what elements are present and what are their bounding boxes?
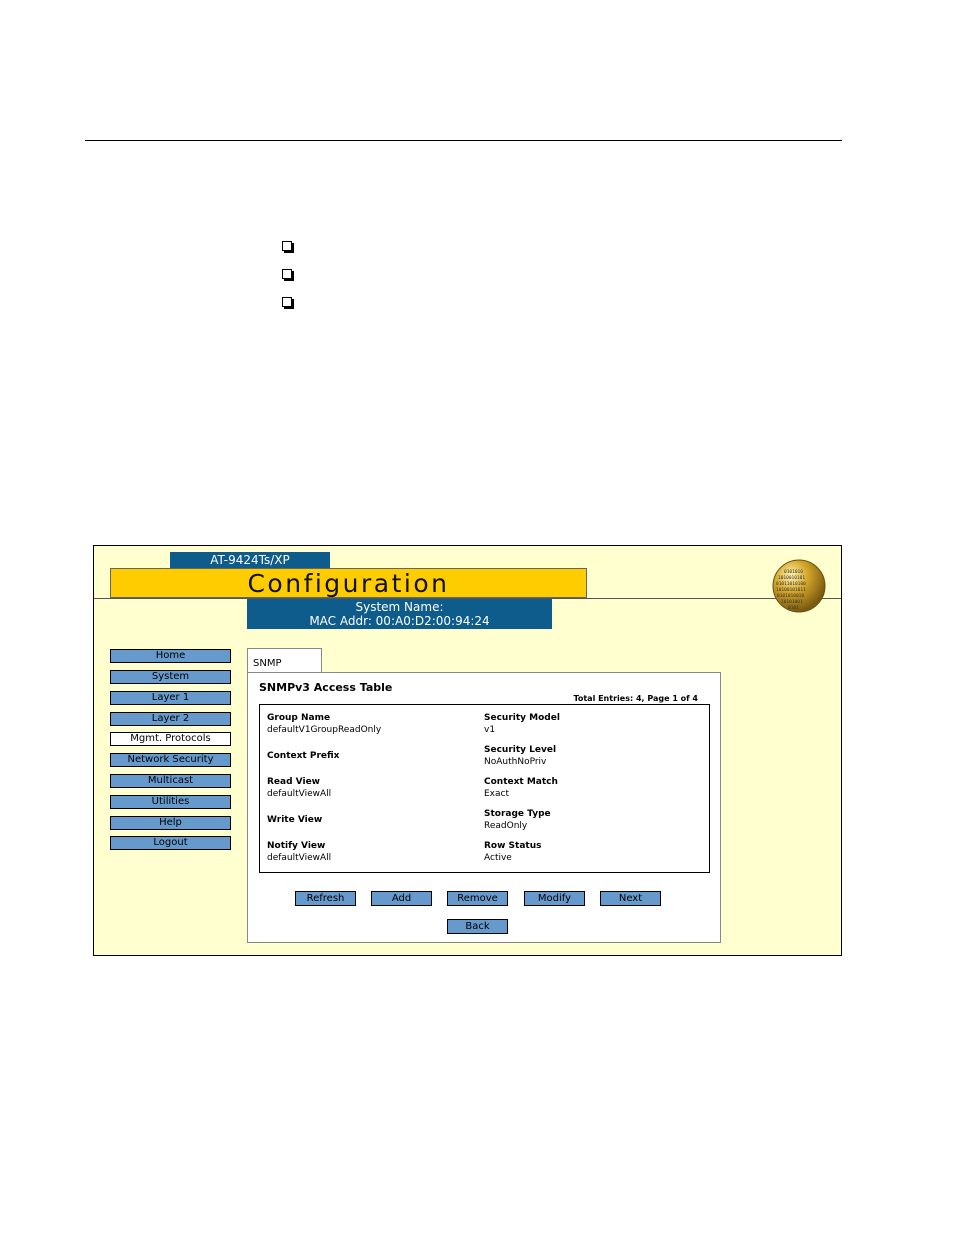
row-status-value: Active bbox=[484, 853, 512, 863]
nav-layer-2[interactable]: Layer 2 bbox=[110, 712, 231, 726]
back-button[interactable]: Back bbox=[447, 919, 508, 934]
page-title: Configuration bbox=[110, 568, 587, 598]
nav-multicast[interactable]: Multicast bbox=[110, 774, 231, 788]
total-entries: Total Entries: 4, Page 1 of 4 bbox=[573, 694, 698, 703]
notify-view-label: Notify View bbox=[267, 841, 326, 851]
system-name: System Name: bbox=[355, 600, 444, 614]
checkbox-bullet-3 bbox=[282, 297, 292, 307]
security-model-value: v1 bbox=[484, 725, 496, 735]
add-button[interactable]: Add bbox=[371, 891, 432, 906]
checkbox-bullet-1 bbox=[282, 241, 292, 251]
nav-network-security[interactable]: Network Security bbox=[110, 753, 231, 767]
group-name-value: defaultV1GroupReadOnly bbox=[267, 725, 382, 735]
page-rule bbox=[85, 140, 842, 141]
snmp-panel: SNMPv3 Access Table Total Entries: 4, Pa… bbox=[247, 672, 721, 943]
nav-system[interactable]: System bbox=[110, 670, 231, 684]
model-label: AT-9424Ts/XP bbox=[170, 552, 330, 568]
svg-text:0101: 0101 bbox=[788, 605, 799, 611]
mac-address: MAC Addr: 00:A0:D2:00:94:24 bbox=[309, 614, 490, 628]
nav-layer-1[interactable]: Layer 1 bbox=[110, 691, 231, 705]
security-model-label: Security Model bbox=[484, 713, 560, 723]
svg-text:1010010101: 1010010101 bbox=[778, 575, 805, 581]
refresh-button[interactable]: Refresh bbox=[295, 891, 356, 906]
storage-type-value: ReadOnly bbox=[484, 821, 528, 831]
nav-mgmt-protocols[interactable]: Mgmt. Protocols bbox=[110, 732, 231, 746]
svg-text:0101010010: 0101010010 bbox=[777, 593, 804, 599]
globe-logo-icon: 0101010 1010010101 01011010100 101001010… bbox=[772, 559, 826, 613]
next-button[interactable]: Next bbox=[600, 891, 661, 906]
write-view-label: Write View bbox=[267, 815, 323, 825]
context-match-label: Context Match bbox=[484, 777, 558, 787]
security-level-label: Security Level bbox=[484, 745, 557, 755]
context-prefix-label: Context Prefix bbox=[267, 751, 340, 761]
read-view-label: Read View bbox=[267, 777, 320, 787]
modify-button[interactable]: Modify bbox=[524, 891, 585, 906]
storage-type-label: Storage Type bbox=[484, 809, 551, 819]
svg-text:01011010100: 01011010100 bbox=[776, 581, 806, 587]
security-level-value: NoAuthNoPriv bbox=[484, 757, 547, 767]
system-info-box: System Name: MAC Addr: 00:A0:D2:00:94:24 bbox=[247, 599, 552, 629]
nav-logout[interactable]: Logout bbox=[110, 836, 231, 850]
notify-view-value: defaultViewAll bbox=[267, 853, 332, 863]
remove-button[interactable]: Remove bbox=[447, 891, 508, 906]
web-ui-screenshot: AT-9424Ts/XP Configuration System Name: … bbox=[93, 545, 842, 956]
nav-help[interactable]: Help bbox=[110, 816, 231, 830]
nav-home[interactable]: Home bbox=[110, 649, 231, 663]
tab-snmp[interactable]: SNMP bbox=[247, 648, 322, 673]
panel-title: SNMPv3 Access Table bbox=[259, 681, 393, 694]
access-entry-details: Group Name defaultV1GroupReadOnly Contex… bbox=[259, 704, 710, 873]
nav-utilities[interactable]: Utilities bbox=[110, 795, 231, 809]
checkbox-bullet-2 bbox=[282, 269, 292, 279]
group-name-label: Group Name bbox=[267, 713, 331, 723]
svg-text:10100101011: 10100101011 bbox=[776, 587, 806, 593]
svg-text:0101010: 0101010 bbox=[784, 569, 803, 575]
row-status-label: Row Status bbox=[484, 841, 542, 851]
context-match-value: Exact bbox=[484, 789, 510, 799]
svg-text:10101001: 10101001 bbox=[781, 599, 803, 605]
read-view-value: defaultViewAll bbox=[267, 789, 332, 799]
